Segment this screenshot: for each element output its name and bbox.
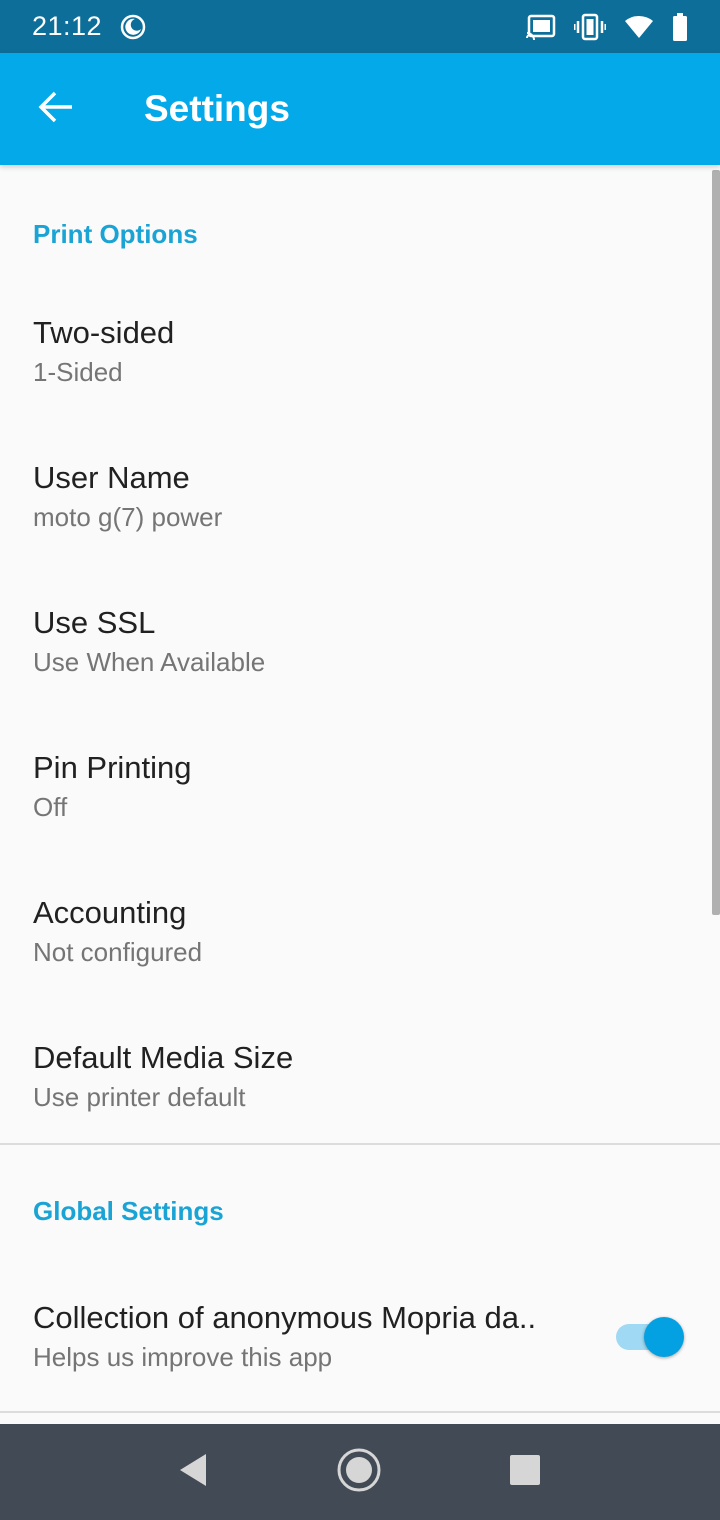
nav-recents-button[interactable]	[500, 1447, 550, 1497]
section-divider	[0, 1411, 720, 1413]
moon-icon	[118, 12, 148, 42]
scrollbar[interactable]	[712, 170, 720, 915]
pref-title: User Name	[33, 459, 190, 495]
vibrate-icon	[574, 13, 606, 41]
pref-title: Default Media Size	[33, 1039, 294, 1075]
wifi-icon	[624, 15, 654, 39]
pref-summary: Off	[33, 791, 68, 822]
toggle-thumb	[644, 1317, 684, 1357]
settings-list[interactable]: Print Options Two-sided 1-Sided User Nam…	[0, 165, 720, 1424]
data-collection-toggle[interactable]	[616, 1317, 684, 1357]
pref-title: Use SSL	[33, 604, 156, 640]
nav-home-icon	[336, 1447, 382, 1498]
arrow-back-icon	[38, 91, 74, 128]
pref-use-ssl[interactable]: Use SSL Use When Available	[0, 569, 720, 714]
pref-summary: Not configured	[33, 936, 203, 967]
battery-icon	[672, 12, 688, 41]
pref-summary: Use When Available	[33, 646, 266, 677]
status-bar: 21:12	[0, 0, 720, 53]
pref-title: Two-sided	[33, 314, 175, 350]
system-nav-bar	[0, 1424, 720, 1520]
pref-title: Accounting	[33, 894, 187, 930]
app-bar: Settings	[0, 53, 720, 165]
section-header-global-settings: Global Settings	[33, 1195, 224, 1226]
nav-recents-icon	[509, 1454, 541, 1491]
nav-home-button[interactable]	[334, 1447, 384, 1497]
nav-back-button[interactable]	[168, 1447, 218, 1497]
pref-summary: moto g(7) power	[33, 501, 223, 532]
pref-pin-printing[interactable]: Pin Printing Off	[0, 714, 720, 859]
pref-title: Pin Printing	[33, 749, 192, 785]
cast-icon	[526, 14, 556, 40]
pref-user-name[interactable]: User Name moto g(7) power	[0, 424, 720, 569]
page-title: Settings	[144, 88, 290, 129]
nav-back-icon	[178, 1453, 208, 1492]
pref-anonymous-data-collection[interactable]: Collection of anonymous Mopria da.. Help…	[0, 1263, 720, 1411]
status-time: 21:12	[32, 11, 103, 41]
back-button[interactable]	[0, 53, 112, 165]
status-icons	[526, 12, 688, 41]
pref-summary: Use printer default	[33, 1081, 246, 1112]
pref-two-sided[interactable]: Two-sided 1-Sided	[0, 279, 720, 424]
pref-summary: 1-Sided	[33, 356, 123, 387]
pref-default-media-size[interactable]: Default Media Size Use printer default	[0, 1004, 720, 1149]
pref-accounting[interactable]: Accounting Not configured	[0, 859, 720, 1004]
